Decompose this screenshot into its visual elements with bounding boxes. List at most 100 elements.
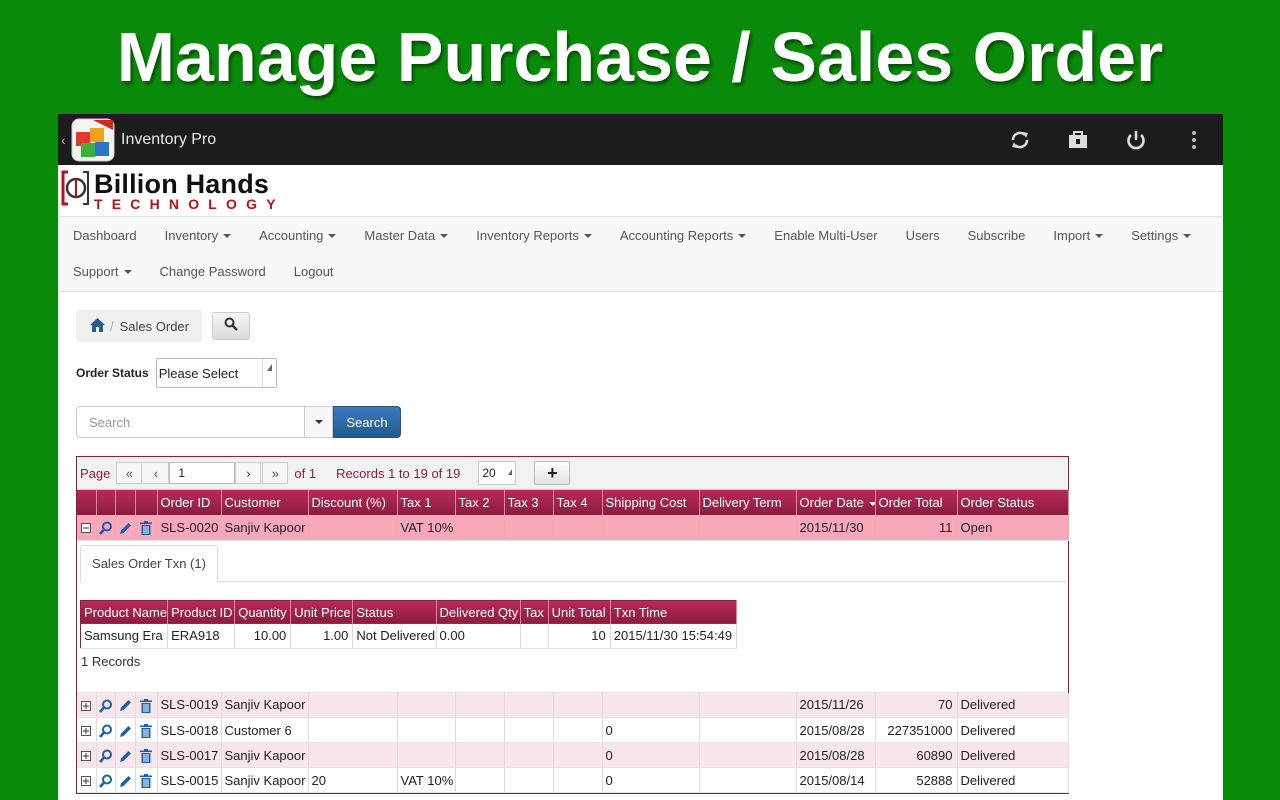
- next-page-button[interactable]: ›: [235, 462, 262, 484]
- col-header-sorted[interactable]: Order Date: [796, 490, 876, 515]
- txn-cell-tax: [520, 624, 549, 649]
- trash-icon[interactable]: [135, 692, 158, 718]
- edit-icon[interactable]: [115, 767, 136, 793]
- trash-icon[interactable]: [135, 742, 158, 768]
- view-icon[interactable]: [96, 742, 116, 768]
- trash-icon[interactable]: [135, 717, 158, 743]
- table-row[interactable]: SLS-0019 Sanjiv Kapoor 2015/11/26 70 Deliver…: [77, 692, 1069, 718]
- txn-col-header[interactable]: Unit Total: [548, 600, 611, 624]
- col-header[interactable]: Order Status: [957, 490, 1069, 515]
- view-icon[interactable]: [96, 717, 116, 743]
- nav-item-inventory[interactable]: Inventory: [165, 228, 232, 243]
- power-icon[interactable]: [1107, 114, 1165, 165]
- briefcase-icon[interactable]: [1049, 114, 1107, 165]
- nav-item-logout[interactable]: Logout: [294, 264, 334, 279]
- col-header[interactable]: Discount (%): [308, 490, 398, 515]
- txn-row[interactable]: Samsung Era ERA918 10.00 1.00 Not Delivered 0…: [80, 624, 738, 649]
- cell-status: Delivered: [957, 767, 1069, 793]
- last-page-button[interactable]: »: [262, 462, 289, 484]
- table-row[interactable]: SLS-0015 Sanjiv Kapoor 20 VAT 10% 0 2015/08/1…: [77, 767, 1069, 793]
- txn-col-header[interactable]: Quantity: [234, 600, 292, 624]
- col-header[interactable]: Shipping Cost: [602, 490, 700, 515]
- nav-item-dashboard[interactable]: Dashboard: [73, 228, 137, 243]
- col-header[interactable]: Tax 4: [553, 490, 603, 515]
- nav-item-support[interactable]: Support: [73, 264, 132, 279]
- col-header[interactable]: Customer: [221, 490, 309, 515]
- edit-icon[interactable]: [115, 692, 136, 718]
- cell-delivery-term: [699, 767, 797, 793]
- txn-col-header[interactable]: Unit Price: [290, 600, 354, 624]
- page-number-input[interactable]: 1: [169, 462, 236, 484]
- txn-col-header[interactable]: Product ID: [167, 600, 236, 624]
- cell-tax4: [553, 717, 603, 743]
- view-icon[interactable]: [96, 767, 116, 793]
- collapse-icon[interactable]: [77, 515, 97, 541]
- nav-item-accounting-reports[interactable]: Accounting Reports: [620, 228, 747, 243]
- nav-item-import[interactable]: Import: [1053, 228, 1104, 243]
- tab-sales-order-txn[interactable]: Sales Order Txn (1): [80, 544, 218, 583]
- order-status-value: Please Select: [158, 365, 239, 381]
- prev-page-button[interactable]: ‹: [143, 462, 170, 484]
- cell-total: 52888: [875, 767, 958, 793]
- edit-icon[interactable]: [115, 717, 136, 743]
- nav-item-users[interactable]: Users: [906, 228, 940, 243]
- refresh-icon[interactable]: [991, 114, 1049, 165]
- home-icon[interactable]: [90, 317, 105, 335]
- txn-col-header[interactable]: Status: [352, 600, 437, 624]
- order-status-select[interactable]: Please Select: [155, 358, 277, 388]
- overflow-menu-icon[interactable]: [1165, 114, 1223, 165]
- page-size-select[interactable]: 20: [478, 461, 517, 485]
- cell-total: 70: [875, 692, 958, 718]
- table-row[interactable]: SLS-0017 Sanjiv Kapoor 0 2015/08/28 60890 Del…: [77, 742, 1069, 768]
- edit-icon[interactable]: [115, 515, 136, 541]
- add-order-button[interactable]: +: [534, 461, 571, 485]
- cell-order-date: 2015/08/28: [796, 742, 876, 768]
- edit-icon[interactable]: [115, 742, 136, 768]
- txn-col-header[interactable]: Delivered Qty: [436, 600, 521, 624]
- trash-icon[interactable]: [135, 767, 158, 793]
- search-toggle-button[interactable]: [212, 312, 250, 340]
- expand-icon[interactable]: [77, 742, 97, 768]
- pager: Page « ‹ 1 › » of 1 Records 1 to 19 of 1…: [77, 457, 1068, 490]
- table-row[interactable]: SLS-0020 Sanjiv Kapoor VAT 10% 2015/11/30 11…: [77, 515, 1069, 541]
- search-dropdown-button[interactable]: [304, 406, 333, 438]
- caret-down-icon: [1183, 234, 1192, 239]
- txn-col-header[interactable]: Txn Time: [610, 600, 738, 624]
- col-header[interactable]: Order ID: [157, 490, 222, 515]
- col-header[interactable]: Order Total: [875, 490, 958, 515]
- nav-item-settings[interactable]: Settings: [1131, 228, 1192, 243]
- trash-icon[interactable]: [135, 515, 158, 541]
- col-header[interactable]: Tax 3: [504, 490, 554, 515]
- cell-status: Delivered: [957, 742, 1069, 768]
- txn-col-header[interactable]: Product Name: [80, 600, 169, 624]
- back-chevron-icon[interactable]: ‹: [61, 132, 71, 148]
- cell-discount: 20: [308, 767, 398, 793]
- cell-tax2: [455, 767, 505, 793]
- view-icon[interactable]: [96, 515, 116, 541]
- search-button[interactable]: Search: [333, 406, 401, 438]
- col-header[interactable]: Delivery Term: [699, 490, 797, 515]
- brand-logo-icon[interactable]: [60, 168, 90, 213]
- cell-customer: Sanjiv Kapoor: [221, 692, 309, 718]
- expand-icon[interactable]: [77, 717, 97, 743]
- breadcrumb: / Sales Order: [76, 310, 202, 342]
- search-input[interactable]: Search: [76, 406, 304, 438]
- brand-header: Billion Hands TECHNOLOGY: [58, 165, 1223, 217]
- expand-icon[interactable]: [77, 692, 97, 718]
- expand-icon[interactable]: [77, 767, 97, 793]
- txn-col-header[interactable]: Tax: [520, 600, 549, 624]
- brand-name: Billion Hands: [94, 168, 270, 199]
- nav-item-master-data[interactable]: Master Data: [364, 228, 449, 243]
- view-icon[interactable]: [96, 692, 116, 718]
- app-logo-icon[interactable]: [71, 118, 115, 162]
- nav-item-accounting[interactable]: Accounting: [259, 228, 337, 243]
- first-page-button[interactable]: «: [116, 462, 143, 484]
- nav-item-change-password[interactable]: Change Password: [160, 264, 266, 279]
- table-row[interactable]: SLS-0018 Customer 6 0 2015/08/28 227351000 De…: [77, 717, 1069, 743]
- col-header[interactable]: Tax 1: [397, 490, 456, 515]
- nav-item-subscribe[interactable]: Subscribe: [968, 228, 1026, 243]
- txn-cell-delivered-qty: 0.00: [436, 624, 521, 649]
- col-header[interactable]: Tax 2: [455, 490, 505, 515]
- nav-item-inventory-reports[interactable]: Inventory Reports: [476, 228, 592, 243]
- nav-item-enable-multi-user[interactable]: Enable Multi-User: [774, 228, 877, 243]
